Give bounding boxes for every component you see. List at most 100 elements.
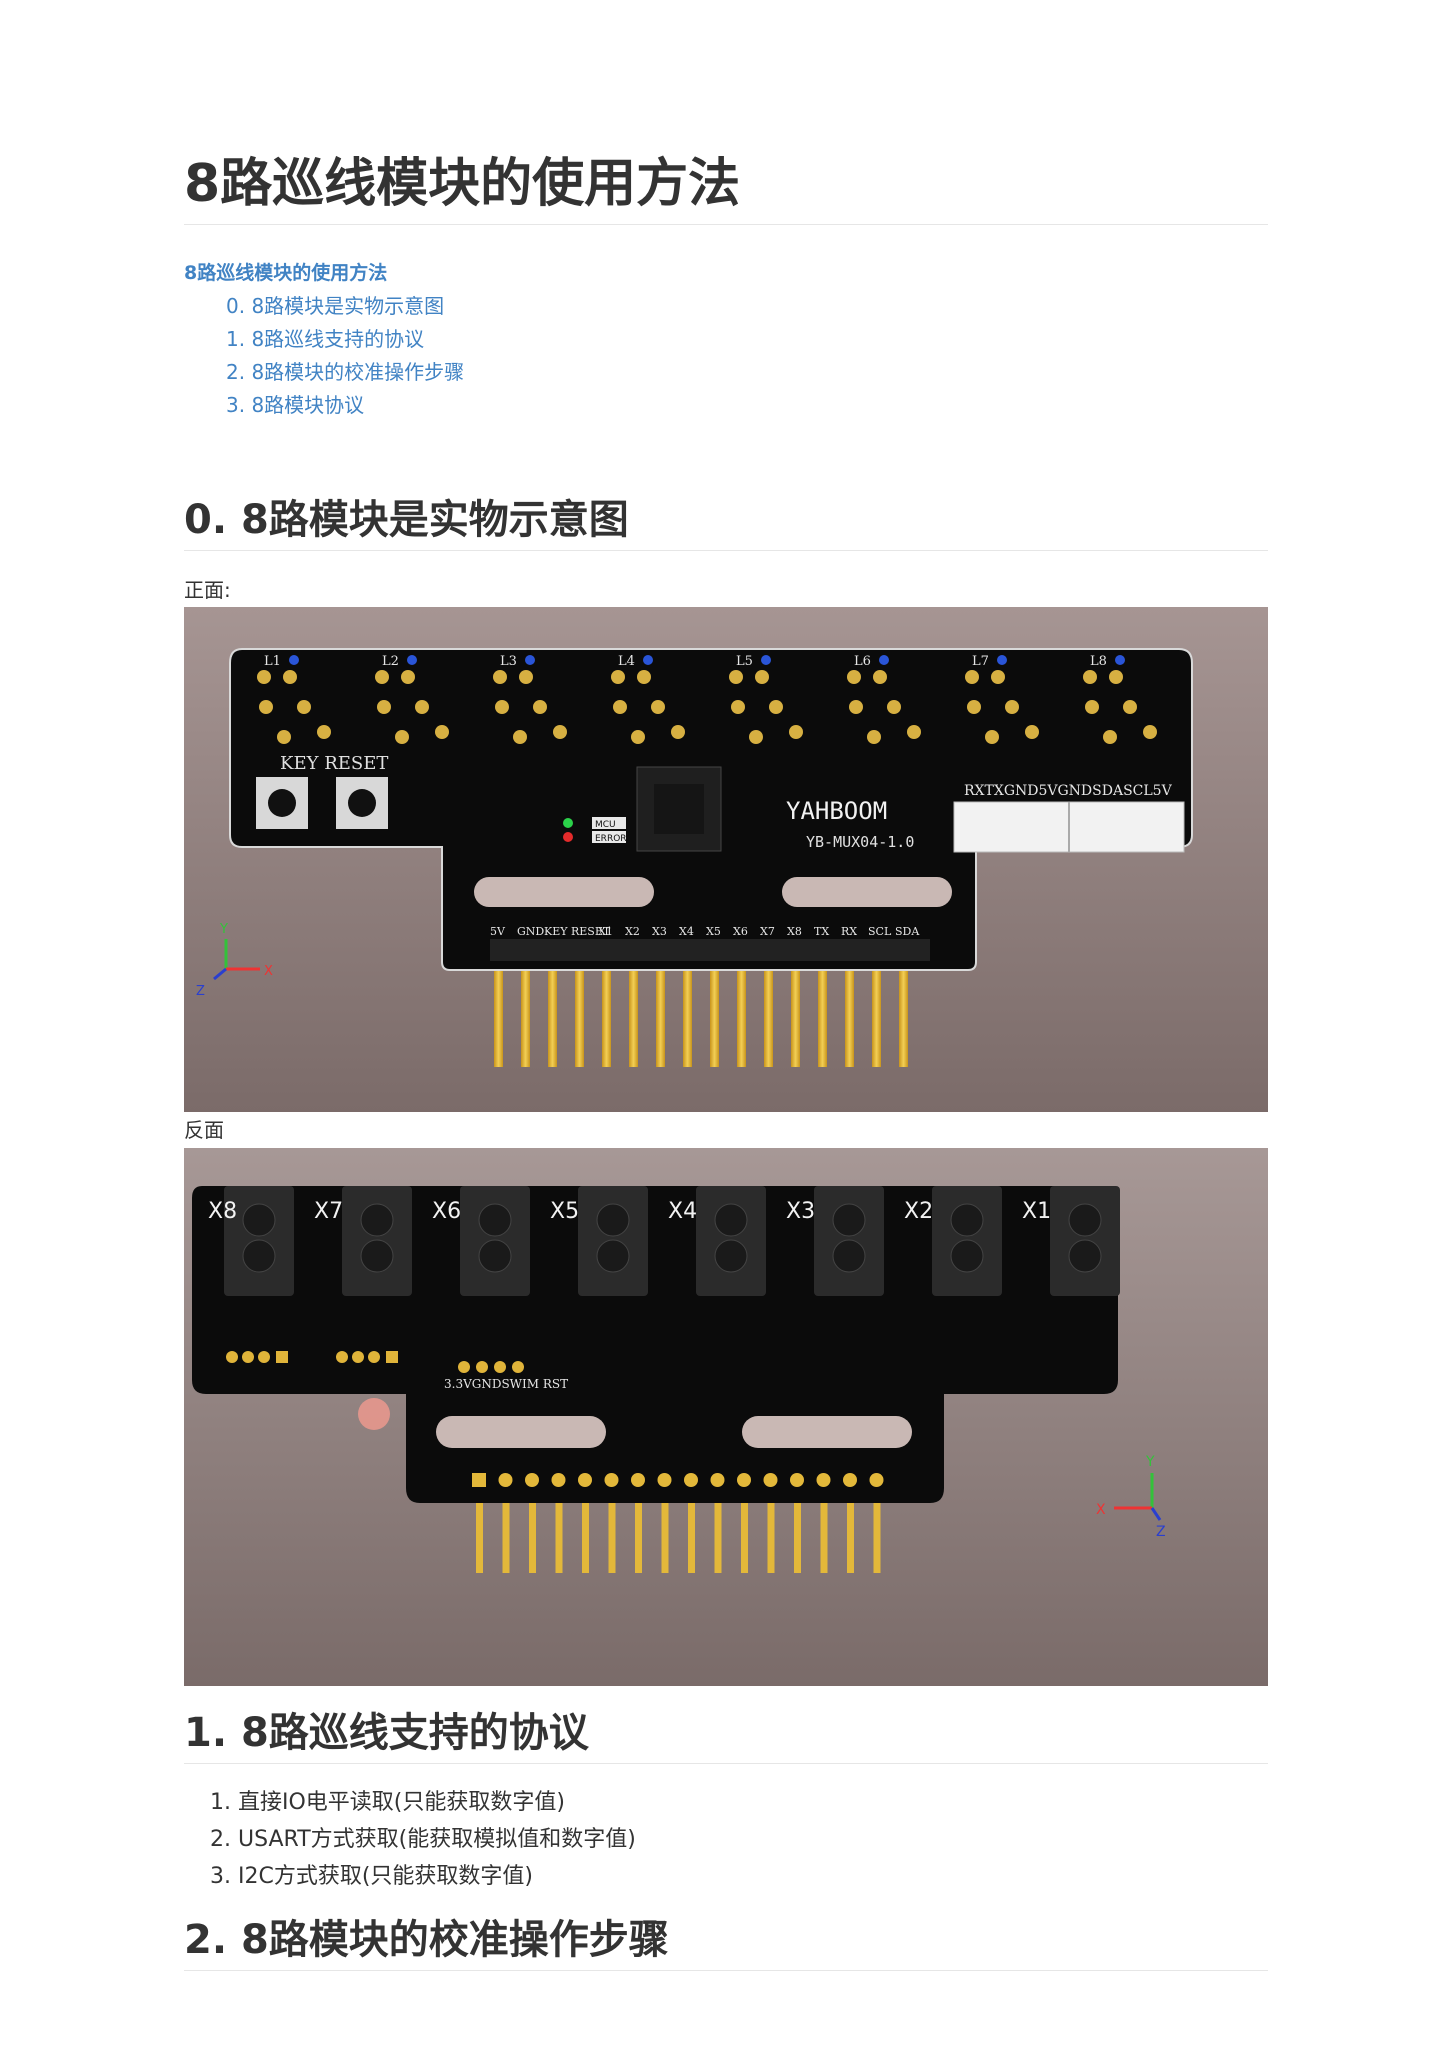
solder-pad: [755, 670, 769, 684]
pin-pad: [843, 1473, 857, 1487]
sensor-receiver: [1068, 1239, 1102, 1273]
solder-pad: [611, 670, 625, 684]
solder-pad: [867, 730, 881, 744]
toc-item: 0. 8路模块是实物示意图: [226, 290, 1268, 323]
header-pin: [661, 1493, 669, 1573]
solder-pad: [985, 730, 999, 744]
mcu-label: MCU: [595, 820, 616, 830]
toc-item: 3. 8路模块协议: [226, 389, 1268, 422]
sensor-label: X7: [314, 1199, 343, 1224]
pin-pad: [604, 1473, 619, 1487]
solder-pad: [395, 730, 409, 744]
led-indicator: [997, 655, 1007, 665]
solder-pad: [849, 700, 863, 714]
header-pin: [873, 1493, 881, 1573]
pin-label: X5: [706, 925, 721, 938]
led-indicator: [879, 655, 889, 665]
solder-pad: [1109, 670, 1123, 684]
sensor-receiver: [832, 1239, 866, 1273]
connector-label: RXTXGND5VGNDSDASCL5V: [964, 783, 1173, 799]
pin-label: X2: [625, 925, 640, 938]
sensor-label: X5: [550, 1199, 579, 1224]
header-pin: [476, 1493, 483, 1573]
solder-pad: [1005, 700, 1019, 714]
led-indicator: [525, 655, 535, 665]
pin-pad: [472, 1473, 486, 1487]
solder-pad: [277, 730, 291, 744]
front-axis-y: Y: [219, 922, 228, 937]
table-of-contents: 8路巡线模块的使用方法 0. 8路模块是实物示意图 1. 8路巡线支持的协议 2…: [184, 258, 1268, 422]
pin-label: KEY: [544, 925, 568, 938]
sensor-label: X1: [1022, 1199, 1051, 1224]
header-pin: [688, 1493, 695, 1573]
pin-pad: [710, 1473, 725, 1487]
solder-pad: [1143, 725, 1157, 739]
pin-pad: [816, 1473, 831, 1487]
led-label: L2: [382, 654, 399, 669]
page-title: 8路巡线模块的使用方法: [184, 148, 1268, 225]
toc-link-0[interactable]: 0. 8路模块是实物示意图: [226, 294, 444, 318]
solder-pad: [789, 725, 803, 739]
pin-pad: [763, 1473, 778, 1487]
toc-item: 1. 8路巡线支持的协议: [226, 323, 1268, 356]
header-pin: [794, 1493, 801, 1573]
led-label: L6: [854, 654, 871, 669]
header-pin: [635, 1493, 642, 1573]
sensor-receiver: [714, 1239, 748, 1273]
solder-pad: [1085, 700, 1099, 714]
section-1-heading: 1. 8路巡线支持的协议: [184, 1705, 1268, 1764]
front-label: 正面:: [184, 578, 231, 602]
header-pin: [608, 1493, 616, 1573]
solder-pad: [613, 700, 627, 714]
sensor-label: X4: [668, 1199, 697, 1224]
header-pin: [582, 1493, 589, 1573]
sensor-receiver: [596, 1239, 630, 1273]
sensor-label: X2: [904, 1199, 933, 1224]
sensor-receiver: [360, 1239, 394, 1273]
pin-label: SCL: [868, 925, 892, 938]
pin-label: SDA: [895, 925, 920, 938]
led-label: L4: [618, 654, 635, 669]
toc-link-2[interactable]: 2. 8路模块的校准操作步骤: [226, 360, 464, 384]
solder-pad: [513, 730, 527, 744]
solder-pad: [377, 700, 391, 714]
sensor-receiver: [478, 1239, 512, 1273]
toc-link-3[interactable]: 3. 8路模块协议: [226, 393, 364, 417]
solder-pad: [1083, 670, 1097, 684]
led-indicator: [407, 655, 417, 665]
solder-pad: [847, 670, 861, 684]
led-indicator: [761, 655, 771, 665]
sensor-emitter: [714, 1203, 748, 1237]
pin-pad: [684, 1473, 698, 1487]
solder-pad: [769, 700, 783, 714]
pin-pad: [525, 1473, 539, 1487]
header-pin: [820, 1493, 828, 1573]
header-pin: [529, 1493, 536, 1573]
pin-pad: [737, 1473, 751, 1487]
solder-pad: [297, 700, 311, 714]
solder-pad: [401, 670, 415, 684]
toc-list: 0. 8路模块是实物示意图 1. 8路巡线支持的协议 2. 8路模块的校准操作步…: [226, 290, 1268, 422]
led-label: L3: [500, 654, 517, 669]
toc-link-1[interactable]: 1. 8路巡线支持的协议: [226, 327, 424, 351]
header-pin: [767, 1493, 775, 1573]
protocol-list: 直接IO电平读取(只能获取数字值) USART方式获取(能获取模拟值和数字值) …: [212, 1784, 636, 1895]
sensor-receiver: [950, 1239, 984, 1273]
list-item: USART方式获取(能获取模拟值和数字值): [238, 1821, 636, 1858]
solder-pad: [991, 670, 1005, 684]
led-label: L7: [972, 654, 989, 669]
led-indicator: [1115, 655, 1125, 665]
swim-label: 3.3VGNDSWIM RST: [444, 1377, 568, 1391]
error-label: ERROR: [595, 834, 627, 844]
back-board-image: X8 X7 X6 X5 X4 X3 X2 X1 3.3VGNDSWIM RST Y X Z: [184, 1148, 1268, 1686]
solder-pad: [967, 700, 981, 714]
toc-title-link[interactable]: 8路巡线模块的使用方法: [184, 258, 1268, 288]
solder-pad: [415, 700, 429, 714]
led-indicator: [643, 655, 653, 665]
pin-label: X3: [652, 925, 667, 938]
solder-pad: [731, 700, 745, 714]
solder-pad: [637, 670, 651, 684]
pin-label: X4: [679, 925, 694, 938]
solder-pad: [907, 725, 921, 739]
pin-label: GND: [517, 925, 544, 938]
